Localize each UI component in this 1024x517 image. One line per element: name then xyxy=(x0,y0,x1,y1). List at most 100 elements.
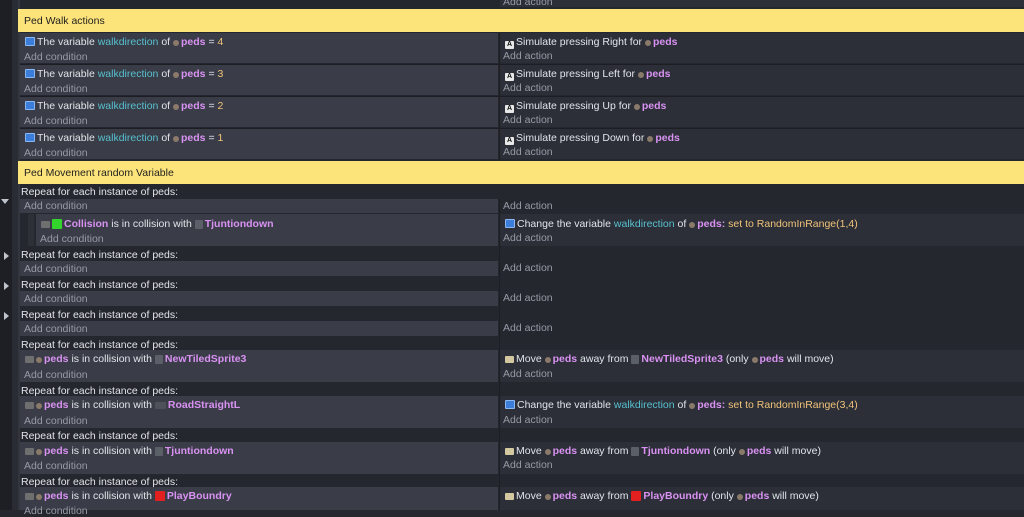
add-action-link[interactable]: Add action xyxy=(503,0,553,8)
add-action-link[interactable]: Add action xyxy=(503,232,553,244)
walk-condition-1[interactable]: The variable walkdirection of peds = 4 xyxy=(25,36,223,48)
change-variable-action[interactable]: Change the variable walkdirection of ped… xyxy=(505,399,858,411)
move-icon xyxy=(505,493,514,500)
tile-object-icon xyxy=(154,355,163,364)
walk-condition-4[interactable]: The variable walkdirection of peds = 1 xyxy=(25,132,223,144)
repeat-header[interactable]: Repeat for each instance of peds: xyxy=(21,430,178,442)
add-condition-link[interactable]: Add condition xyxy=(24,415,88,427)
keyboard-icon: A xyxy=(505,105,514,113)
tile-object-icon xyxy=(631,447,640,456)
ped-object-icon xyxy=(751,357,758,363)
add-action-link[interactable]: Add action xyxy=(503,459,553,471)
add-condition-link[interactable]: Add condition xyxy=(24,293,88,305)
variable-icon xyxy=(25,101,35,110)
add-condition-link[interactable]: Add condition xyxy=(24,200,88,212)
walk-action-3[interactable]: A Simulate pressing Up for peds xyxy=(505,100,666,113)
walk-action-4[interactable]: A Simulate pressing Down for peds xyxy=(505,132,680,145)
add-action-link[interactable]: Add action xyxy=(503,200,553,212)
ped-object-icon xyxy=(36,449,42,455)
ped-object-icon xyxy=(637,72,644,78)
add-condition-link[interactable]: Add condition xyxy=(24,505,88,517)
variable-icon xyxy=(25,37,35,46)
walk-action-2[interactable]: A Simulate pressing Left for peds xyxy=(505,68,671,81)
add-action-link[interactable]: Add action xyxy=(503,114,553,126)
add-action-link[interactable]: Add action xyxy=(503,50,553,62)
repeat-header[interactable]: Repeat for each instance of peds: xyxy=(21,249,178,261)
variable-icon xyxy=(505,400,515,409)
add-condition-link[interactable]: Add condition xyxy=(24,369,88,381)
collision-condition[interactable]: Collision is in collision with Tjuntiond… xyxy=(41,218,274,230)
tile-object-icon xyxy=(631,355,640,364)
add-condition-link[interactable]: Add condition xyxy=(24,115,88,127)
comment-movement-random[interactable]: Ped Movement random Variable xyxy=(18,161,1024,184)
repeat-header[interactable]: Repeat for each instance of peds: xyxy=(21,279,178,291)
road-object-icon xyxy=(154,402,166,409)
prev-event-actions xyxy=(500,0,1024,7)
linked-icon xyxy=(25,402,34,409)
expand-arrow-icon[interactable] xyxy=(4,252,9,260)
add-action-link[interactable]: Add action xyxy=(503,414,553,426)
keyboard-icon: A xyxy=(505,137,514,145)
ped-object-icon xyxy=(173,40,180,46)
ped-object-icon xyxy=(173,72,180,78)
ped-object-icon xyxy=(689,222,696,228)
ped-object-icon xyxy=(644,40,651,46)
add-condition-link[interactable]: Add condition xyxy=(24,323,88,335)
collision-object-icon xyxy=(52,219,62,229)
collision-condition[interactable]: peds is in collision with PlayBoundry xyxy=(25,490,232,502)
expand-arrow-icon[interactable] xyxy=(4,282,9,290)
add-action-link[interactable]: Add action xyxy=(503,368,553,380)
walk-condition-3[interactable]: The variable walkdirection of peds = 2 xyxy=(25,100,223,112)
condition-area[interactable] xyxy=(20,261,498,276)
column-divider xyxy=(499,199,500,510)
tile-object-icon xyxy=(194,220,203,229)
ped-object-icon xyxy=(36,494,42,500)
move-away-action[interactable]: Move peds away from PlayBoundry (only pe… xyxy=(505,490,819,502)
variable-icon xyxy=(505,219,515,228)
add-condition-link[interactable]: Add condition xyxy=(24,147,88,159)
condition-area[interactable] xyxy=(20,321,498,336)
comment-walk-actions[interactable]: Ped Walk actions xyxy=(18,9,1024,32)
ped-object-icon xyxy=(173,136,180,142)
add-action-link[interactable]: Add action xyxy=(503,262,553,274)
move-away-action[interactable]: Move peds away from NewTiledSprite3 (onl… xyxy=(505,353,834,365)
column-divider xyxy=(499,33,500,160)
add-condition-link[interactable]: Add condition xyxy=(24,263,88,275)
add-condition-link[interactable]: Add condition xyxy=(24,460,88,472)
add-condition-link[interactable]: Add condition xyxy=(24,83,88,95)
expand-arrow-icon[interactable] xyxy=(4,312,9,320)
linked-icon xyxy=(25,493,34,500)
ped-object-icon xyxy=(36,403,42,409)
subevent-lane xyxy=(28,214,34,246)
add-action-link[interactable]: Add action xyxy=(503,322,553,334)
tile-object-icon xyxy=(154,447,163,456)
walk-condition-2[interactable]: The variable walkdirection of peds = 3 xyxy=(25,68,223,80)
ped-object-icon xyxy=(689,403,696,409)
condition-area[interactable] xyxy=(20,291,498,306)
move-away-action[interactable]: Move peds away from Tjuntiondown (only p… xyxy=(505,445,821,457)
collision-condition[interactable]: peds is in collision with NewTiledSprite… xyxy=(25,353,246,365)
ped-object-icon xyxy=(647,136,654,142)
variable-icon xyxy=(25,133,35,142)
linked-icon xyxy=(25,356,34,363)
ped-object-icon xyxy=(173,104,180,110)
boundary-object-icon xyxy=(631,491,642,501)
keyboard-icon: A xyxy=(505,41,514,49)
ped-object-icon xyxy=(544,357,551,363)
collision-condition[interactable]: peds is in collision with Tjuntiondown xyxy=(25,445,234,457)
add-action-link[interactable]: Add action xyxy=(503,146,553,158)
ped-object-icon xyxy=(736,494,743,500)
change-variable-action[interactable]: Change the variable walkdirection of ped… xyxy=(505,218,858,230)
add-action-link[interactable]: Add action xyxy=(503,82,553,94)
boundary-object-icon xyxy=(154,491,165,501)
walk-action-1[interactable]: A Simulate pressing Right for peds xyxy=(505,36,678,49)
linked-icon xyxy=(41,221,50,228)
repeat-header[interactable]: Repeat for each instance of peds: xyxy=(21,186,178,198)
add-condition-link[interactable]: Add condition xyxy=(40,233,104,245)
repeat-header[interactable]: Repeat for each instance of peds: xyxy=(21,309,178,321)
add-condition-link[interactable]: Add condition xyxy=(24,51,88,63)
fold-toggle-icon[interactable] xyxy=(1,199,9,204)
add-action-link[interactable]: Add action xyxy=(503,292,553,304)
collision-condition[interactable]: peds is in collision with RoadStraightL xyxy=(25,399,240,411)
condition-area[interactable] xyxy=(20,199,498,213)
